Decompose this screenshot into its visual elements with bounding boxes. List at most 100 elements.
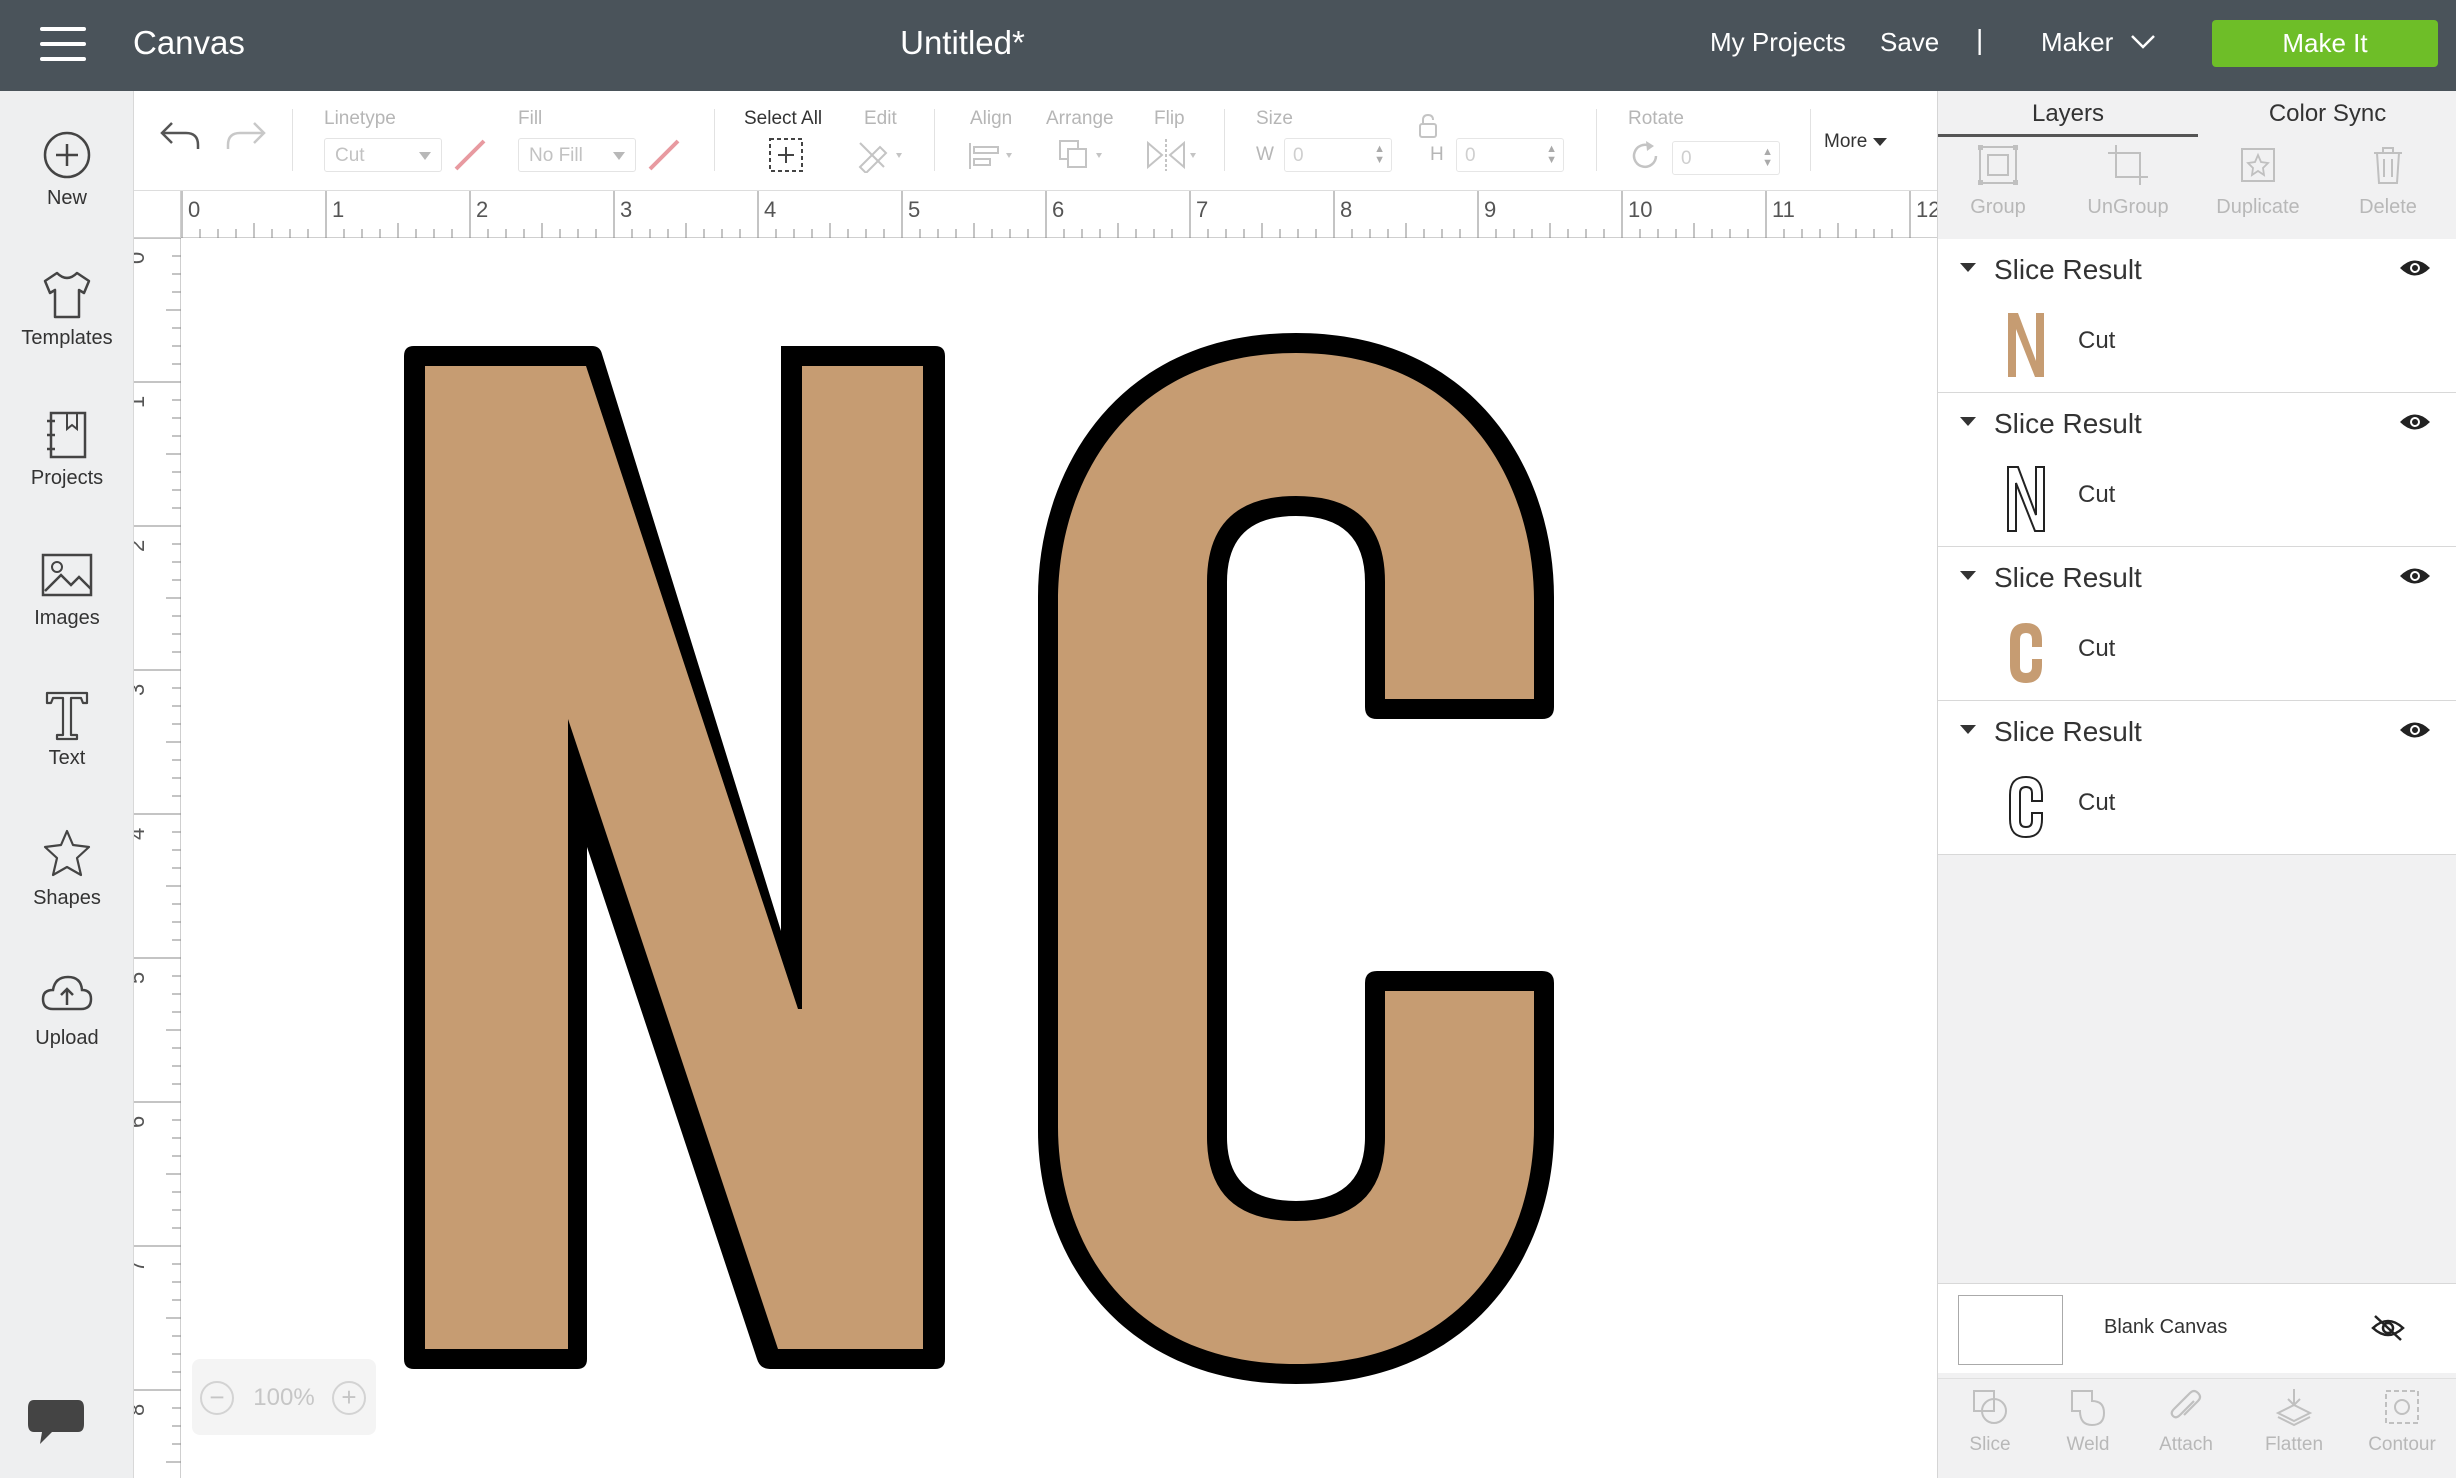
ungroup-icon	[2108, 145, 2148, 185]
vertical-ruler: 0 1 2 3 4 5 6 7 8	[134, 238, 181, 1478]
ungroup-button[interactable]: UnGroup	[2068, 143, 2188, 219]
width-value: 0	[1293, 145, 1304, 166]
slice-button[interactable]: Slice	[1940, 1387, 2040, 1456]
undo-icon[interactable]	[158, 117, 202, 153]
layer-group[interactable]: Slice Result Cut	[1938, 547, 2456, 701]
layer-group[interactable]: Slice Result Cut	[1938, 701, 2456, 855]
nav-new[interactable]: New	[0, 125, 134, 255]
group-icon	[1978, 145, 2018, 185]
linetype-select[interactable]: Cut	[324, 138, 442, 172]
eye-hidden-icon[interactable]	[2370, 1312, 2406, 1344]
layer-thumbnail-n-filled	[2008, 313, 2044, 377]
ruler-label: 11	[1772, 197, 1795, 222]
nav-shapes[interactable]: Shapes	[0, 825, 134, 955]
zoom-out-button[interactable]: −	[200, 1381, 234, 1415]
group-button[interactable]: Group	[1938, 143, 2058, 219]
width-input[interactable]: 0 ▲ ▼	[1284, 138, 1392, 172]
spinner-icon: ▲ ▼	[1546, 143, 1557, 166]
projects-icon	[47, 411, 87, 459]
text-icon	[45, 691, 89, 741]
nav-templates[interactable]: Templates	[0, 265, 134, 395]
flip-label: Flip	[1154, 108, 1185, 129]
linetype-color-swatch[interactable]	[452, 137, 488, 173]
ruler-label: 10	[1628, 197, 1652, 222]
collapse-triangle-icon[interactable]	[1960, 263, 1976, 272]
attach-label: Attach	[2159, 1434, 2213, 1455]
ruler-label: 1	[134, 396, 149, 408]
layer-group[interactable]: Slice Result Cut	[1938, 239, 2456, 393]
toolbar-divider	[292, 109, 293, 171]
nav-upload[interactable]: Upload	[0, 965, 134, 1095]
chat-bubble-icon[interactable]	[26, 1396, 86, 1448]
contour-button[interactable]: Contour	[2352, 1387, 2452, 1456]
fill-color-swatch[interactable]	[646, 137, 682, 173]
caret-down-icon	[419, 152, 431, 160]
rotate-input[interactable]: 0 ▲ ▼	[1672, 141, 1780, 175]
ruler-label: 9	[1484, 197, 1496, 222]
toolbar-divider	[1224, 109, 1225, 171]
toolbar-divider	[714, 109, 715, 171]
nav-text[interactable]: Text	[0, 685, 134, 815]
ruler-label: 8	[1340, 197, 1352, 222]
eye-icon[interactable]	[2398, 411, 2432, 433]
arrange-icon[interactable]	[1056, 137, 1116, 175]
collapse-triangle-icon[interactable]	[1960, 571, 1976, 580]
lock-icon[interactable]	[1416, 113, 1440, 139]
ruler-corner	[134, 191, 181, 238]
design-canvas[interactable]: − 100% +	[182, 239, 1937, 1478]
ruler-label: 4	[764, 197, 776, 222]
ruler-label: 6	[134, 1116, 149, 1128]
eye-icon[interactable]	[2398, 719, 2432, 741]
flatten-icon	[2275, 1389, 2313, 1427]
tshirt-icon	[43, 271, 91, 319]
layer-group[interactable]: Slice Result Cut	[1938, 393, 2456, 547]
machine-selector[interactable]: Maker	[2041, 27, 2113, 58]
align-label: Align	[970, 108, 1013, 129]
layer-thumbnail-n-outline	[2007, 466, 2045, 532]
eye-icon[interactable]	[2398, 257, 2432, 279]
edit-tools-icon[interactable]	[854, 137, 910, 173]
document-title[interactable]: Untitled*	[0, 24, 1925, 62]
zoom-level: 100%	[253, 1384, 315, 1411]
attach-button[interactable]: Attach	[2136, 1387, 2236, 1456]
caret-down-icon	[613, 152, 625, 160]
more-menu[interactable]: More	[1824, 131, 1887, 153]
slice-label: Slice	[1969, 1434, 2011, 1455]
redo-icon[interactable]	[224, 117, 268, 153]
collapse-triangle-icon[interactable]	[1960, 417, 1976, 426]
blank-canvas-swatch[interactable]	[1958, 1295, 2063, 1365]
tab-color-sync[interactable]: Color Sync	[2198, 91, 2456, 137]
height-input[interactable]: 0 ▲ ▼	[1456, 138, 1564, 172]
flatten-button[interactable]: Flatten	[2244, 1387, 2344, 1456]
tab-layers[interactable]: Layers	[1938, 91, 2198, 137]
toolbar-divider	[1810, 109, 1811, 171]
weld-button[interactable]: Weld	[2038, 1387, 2138, 1456]
layer-group-title: Slice Result	[1994, 254, 2142, 285]
rotate-icon[interactable]	[1628, 139, 1662, 173]
chevron-down-icon[interactable]	[2130, 30, 2156, 52]
layer-group-header[interactable]: Slice Result	[1938, 547, 2456, 605]
select-all-icon[interactable]	[766, 135, 806, 175]
make-it-button[interactable]: Make It	[2212, 20, 2438, 67]
eye-icon[interactable]	[2398, 565, 2432, 587]
align-icon[interactable]	[966, 139, 1022, 173]
layer-group-header[interactable]: Slice Result	[1938, 393, 2456, 451]
collapse-triangle-icon[interactable]	[1960, 725, 1976, 734]
nav-images[interactable]: Images	[0, 545, 134, 675]
fill-select[interactable]: No Fill	[518, 138, 636, 172]
letter-n-fill[interactable]	[418, 366, 923, 1349]
layer-group-header[interactable]: Slice Result	[1938, 701, 2456, 759]
delete-button[interactable]: Delete	[2328, 143, 2448, 219]
flip-icon[interactable]	[1144, 137, 1204, 175]
zoom-in-button[interactable]: +	[332, 1381, 366, 1415]
my-projects-link[interactable]: My Projects	[1710, 27, 1846, 58]
duplicate-label: Duplicate	[2216, 196, 2300, 218]
group-label: Group	[1970, 196, 2026, 218]
blank-canvas-label: Blank Canvas	[2104, 1316, 2228, 1338]
layers-list: Slice Result Cut Slice Result Cut Slice …	[1938, 239, 2456, 855]
save-button[interactable]: Save	[1880, 27, 1939, 58]
layer-group-header[interactable]: Slice Result	[1938, 239, 2456, 297]
duplicate-button[interactable]: Duplicate	[2198, 143, 2318, 219]
nav-projects[interactable]: Projects	[0, 405, 134, 535]
nav-upload-label: Upload	[35, 1027, 99, 1049]
